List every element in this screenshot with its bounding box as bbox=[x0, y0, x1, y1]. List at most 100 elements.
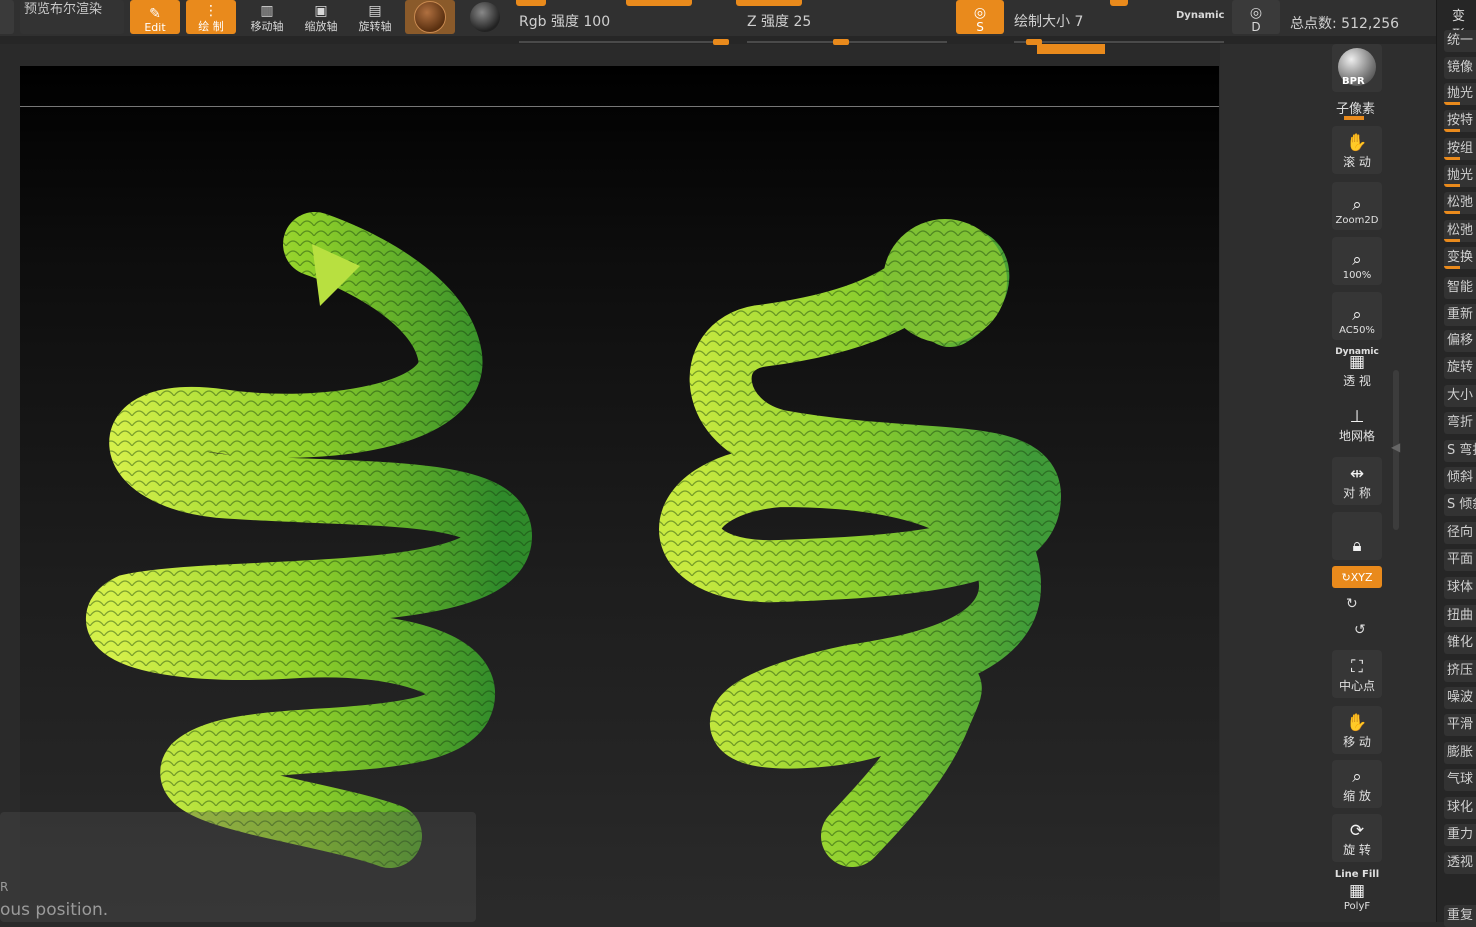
deformation-item-label: S 倾斜 bbox=[1447, 497, 1476, 512]
deformation-item-slider[interactable] bbox=[1444, 211, 1460, 214]
deformation-item[interactable]: 重复 bbox=[1444, 905, 1476, 927]
rotate-z-button[interactable]: ↺ bbox=[1354, 622, 1366, 638]
deformation-item[interactable]: 噪波 bbox=[1444, 687, 1476, 709]
mode-tab-1[interactable] bbox=[516, 0, 546, 6]
dynamic-toggle[interactable]: Dynamic bbox=[1176, 10, 1224, 21]
rotate-button[interactable]: ▤ 旋转轴 bbox=[350, 0, 400, 34]
deformation-item[interactable]: 气球 bbox=[1444, 769, 1476, 791]
edit-label: Edit bbox=[144, 21, 166, 34]
deformation-item[interactable]: 平滑 bbox=[1444, 714, 1476, 736]
mode-tab-3[interactable] bbox=[736, 0, 802, 6]
symmetry-button[interactable]: ⇹ 对 称 bbox=[1332, 457, 1382, 505]
deformation-item-slider[interactable] bbox=[1444, 239, 1460, 242]
left-spiral-model bbox=[86, 212, 533, 868]
s-brush-button[interactable]: ◎ S bbox=[956, 0, 1004, 34]
magnifier-icon: ⌕ bbox=[1352, 195, 1362, 215]
deformation-item-label: 重力 bbox=[1447, 827, 1474, 842]
dynamic-persp-label: Dynamic bbox=[1335, 347, 1379, 357]
lock-button[interactable]: 🔒︎ bbox=[1332, 512, 1382, 560]
deformation-item[interactable]: 松弛 bbox=[1444, 220, 1476, 242]
rotate-view-button[interactable]: ⟳ 旋 转 bbox=[1332, 814, 1382, 862]
deformation-item[interactable]: 径向 bbox=[1444, 522, 1476, 544]
center-button[interactable]: ⛶ 中心点 bbox=[1332, 650, 1382, 698]
preview-bpr-button[interactable]: 预览布尔渲染 bbox=[20, 0, 124, 34]
deformation-item-label: 抛光 bbox=[1447, 86, 1474, 101]
deformation-item-label: 按特 bbox=[1447, 113, 1474, 128]
deformation-item[interactable]: 球体 bbox=[1444, 577, 1476, 599]
left-tray bbox=[0, 54, 20, 922]
scale-view-button[interactable]: ⌕ 缩 放 bbox=[1332, 760, 1382, 808]
deformation-item[interactable]: 按组 bbox=[1444, 138, 1476, 160]
deformation-item-slider[interactable] bbox=[1444, 102, 1460, 105]
deformation-item[interactable]: 统一 bbox=[1444, 30, 1476, 52]
move-view-button[interactable]: ✋ 移 动 bbox=[1332, 706, 1382, 754]
d-button[interactable]: ◎ D bbox=[1232, 0, 1280, 34]
rgb-intensity-slider[interactable]: Rgb 强度 100 bbox=[519, 11, 729, 45]
deformation-item-slider[interactable] bbox=[1444, 157, 1460, 160]
deformation-item-slider[interactable] bbox=[1444, 129, 1460, 132]
deformation-item-slider[interactable] bbox=[1444, 266, 1460, 269]
subpixel-slider[interactable] bbox=[1344, 116, 1364, 120]
deformation-item[interactable]: 偏移 bbox=[1444, 330, 1476, 352]
scroll-button[interactable]: ✋ 滚 动 bbox=[1332, 126, 1382, 174]
deformation-item[interactable]: 旋转 bbox=[1444, 357, 1476, 379]
mode-tab-2[interactable] bbox=[626, 0, 692, 6]
floor-grid-button[interactable]: ⊥ 地网格 bbox=[1332, 400, 1382, 448]
xyz-rotate-button[interactable]: ↻ XYZ bbox=[1332, 566, 1382, 588]
rotate-view-label: 旋 转 bbox=[1343, 843, 1371, 857]
deformation-item[interactable]: 按特 bbox=[1444, 110, 1476, 132]
deformation-item[interactable]: 抛光 bbox=[1444, 165, 1476, 187]
deformation-item-label: 球体 bbox=[1447, 580, 1474, 595]
collapse-arrow-icon[interactable]: ◀ bbox=[1391, 440, 1400, 454]
move-button[interactable]: ▥ 移动轴 bbox=[242, 0, 292, 34]
draw-size-label: 绘制大小 7 bbox=[1014, 14, 1084, 30]
deformation-item[interactable]: 变换 bbox=[1444, 247, 1476, 269]
deformation-item[interactable]: 镜像 bbox=[1444, 57, 1476, 79]
deformation-item[interactable]: 挤压 bbox=[1444, 660, 1476, 682]
z-knob[interactable] bbox=[833, 39, 849, 45]
deformation-item[interactable]: 抛光 bbox=[1444, 83, 1476, 105]
material-button[interactable] bbox=[405, 0, 455, 34]
toolbar-lower-strip bbox=[0, 36, 1476, 44]
z-intensity-slider[interactable]: Z 强度 25 bbox=[747, 11, 947, 45]
zoom2d-button[interactable]: ⌕ Zoom2D bbox=[1332, 182, 1382, 230]
toolbar-left-button[interactable] bbox=[0, 0, 14, 34]
deformation-item[interactable]: 球化 bbox=[1444, 797, 1476, 819]
deformation-item-label: 智能 bbox=[1447, 280, 1474, 295]
scale-magnifier-icon: ⌕ bbox=[1352, 767, 1362, 787]
right-spiral-model bbox=[659, 219, 1062, 867]
deformation-item[interactable]: 倾斜 bbox=[1444, 467, 1476, 489]
texture-button[interactable] bbox=[460, 0, 510, 34]
deformation-item[interactable]: 松弛 bbox=[1444, 192, 1476, 214]
deformation-item[interactable]: 扭曲 bbox=[1444, 605, 1476, 627]
deformation-item[interactable]: 重力 bbox=[1444, 824, 1476, 846]
ac50-button[interactable]: ⌕ AC50% bbox=[1332, 292, 1382, 340]
perspective-button[interactable]: Dynamic ▦ 透 视 bbox=[1332, 345, 1382, 393]
edit-button[interactable]: ✎ Edit bbox=[130, 0, 180, 34]
linefill-button[interactable]: Line Fill ▦ PolyF bbox=[1332, 868, 1382, 916]
deformation-item[interactable]: 弯折 bbox=[1444, 412, 1476, 434]
center-icon: ⛶ bbox=[1351, 657, 1363, 677]
deformation-item[interactable]: 膨胀 bbox=[1444, 742, 1476, 764]
deformation-item[interactable]: 平面 bbox=[1444, 549, 1476, 571]
deformation-item[interactable]: 智能 bbox=[1444, 277, 1476, 299]
deformation-item[interactable]: 重新 bbox=[1444, 304, 1476, 326]
actual-size-button[interactable]: ⌕ 100% bbox=[1332, 237, 1382, 285]
deformation-item[interactable]: 大小 bbox=[1444, 385, 1476, 407]
deformation-item[interactable]: S 倾斜 bbox=[1444, 494, 1476, 516]
subpixel-label[interactable]: 子像素 bbox=[1336, 98, 1375, 117]
draw-size-slider[interactable]: 绘制大小 7 bbox=[1014, 11, 1224, 45]
deformation-item-label: 扭曲 bbox=[1447, 608, 1474, 623]
rgb-knob[interactable] bbox=[713, 39, 729, 45]
deformation-item-slider[interactable] bbox=[1444, 184, 1460, 187]
draw-button[interactable]: ⋮ 绘 制 bbox=[186, 0, 236, 34]
deformation-item[interactable]: 透视 bbox=[1444, 852, 1476, 874]
scale-button[interactable]: ▣ 缩放轴 bbox=[296, 0, 346, 34]
deformation-item-label: 旋转 bbox=[1447, 360, 1474, 375]
viewport-canvas[interactable] bbox=[20, 66, 1219, 914]
deformation-item[interactable]: S 弯折 bbox=[1444, 440, 1476, 462]
rotate-y-button[interactable]: ↻ bbox=[1346, 596, 1358, 612]
notification-text: ous position. bbox=[0, 900, 109, 920]
xyz-label: XYZ bbox=[1350, 570, 1373, 584]
deformation-item[interactable]: 锥化 bbox=[1444, 632, 1476, 654]
